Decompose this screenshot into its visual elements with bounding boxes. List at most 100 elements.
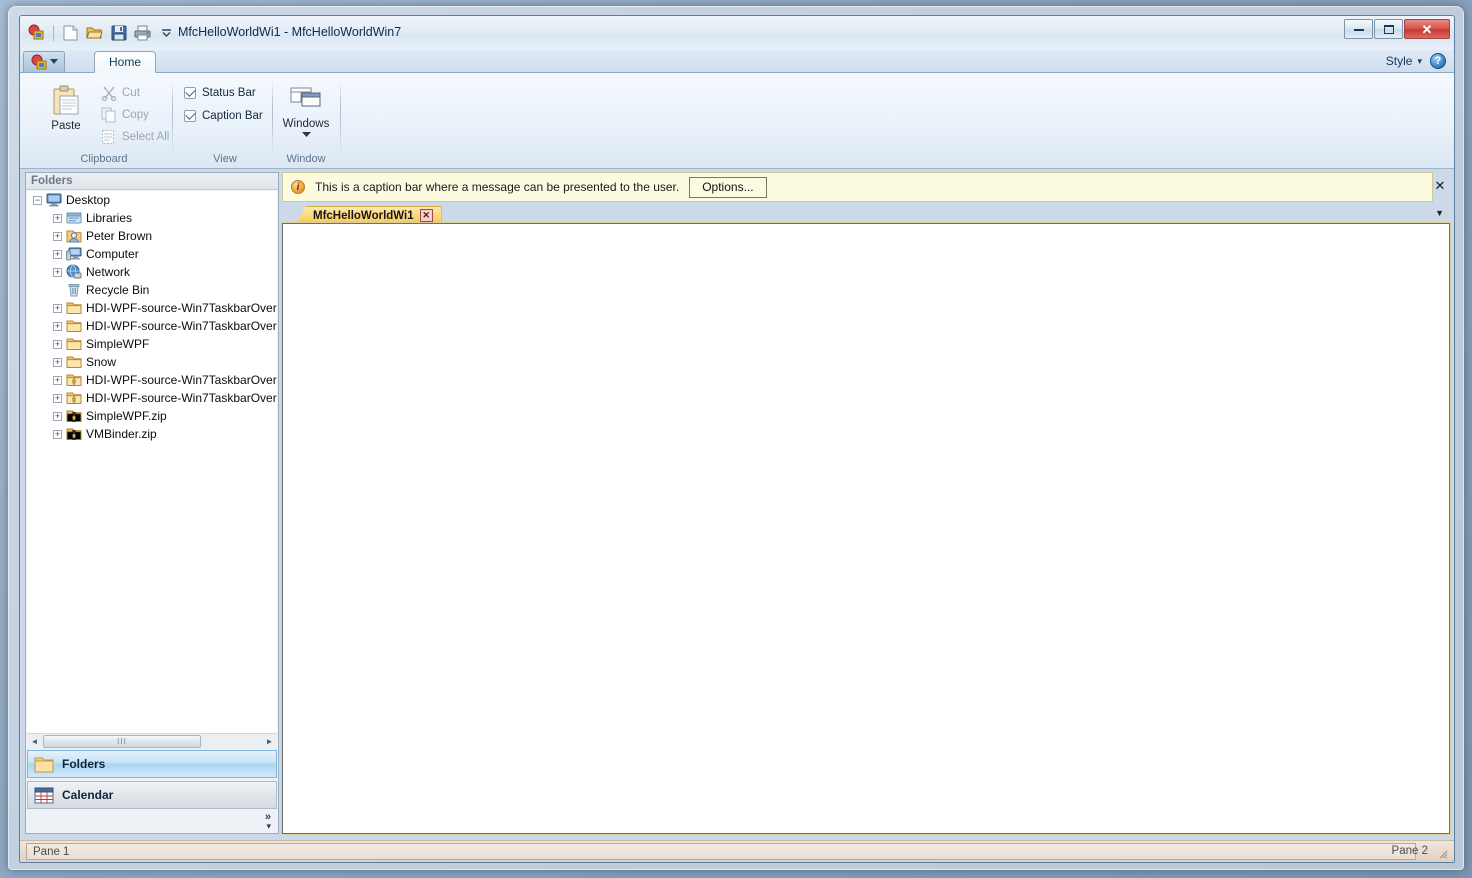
select-all-label: Select All: [122, 130, 170, 143]
minimize-button[interactable]: [1344, 19, 1373, 39]
caption-bar-message: This is a caption bar where a message ca…: [315, 180, 680, 194]
folder-icon: [66, 318, 82, 334]
expand-icon[interactable]: +: [53, 393, 62, 403]
window-controls: ✕: [1344, 19, 1450, 39]
expand-icon[interactable]: +: [53, 249, 62, 259]
scroll-right-arrow[interactable]: ►: [262, 735, 277, 749]
tree-item[interactable]: + Network: [27, 263, 277, 281]
title-bar: MfcHelloWorldWi1 - MfcHelloWorldWin7 ✕: [20, 16, 1454, 50]
folder-icon: [66, 336, 82, 352]
folder-tree[interactable]: − Desktop + Libraries + Peter Brown + Computer +…: [27, 191, 277, 733]
expand-icon[interactable]: +: [53, 375, 62, 385]
maximize-button[interactable]: [1374, 19, 1403, 39]
tree-item-label: Desktop: [66, 193, 111, 207]
document-canvas[interactable]: [282, 223, 1450, 834]
group-separator: [272, 79, 273, 159]
folder-icon: [66, 300, 82, 316]
dock-more-button[interactable]: » ▾: [27, 811, 277, 833]
status-bar-checkbox[interactable]: Status Bar: [184, 82, 256, 104]
paste-icon: [53, 85, 79, 115]
tree-item-label: Recycle Bin: [86, 283, 150, 297]
expand-icon[interactable]: +: [53, 411, 62, 421]
ribbon-tab-strip: Home Style ▾ ?: [20, 50, 1454, 73]
windows-label: Windows: [282, 118, 330, 130]
select-all-button[interactable]: Select All: [98, 126, 179, 147]
expand-icon[interactable]: +: [53, 213, 62, 223]
tree-item-label: HDI-WPF-source-Win7TaskbarOver: [86, 373, 277, 387]
app-logo-icon[interactable]: [26, 22, 47, 43]
checkbox-checked-icon: [184, 110, 196, 122]
resize-gripper-icon[interactable]: [1436, 847, 1448, 859]
tree-item[interactable]: + SimpleWPF: [27, 335, 277, 353]
caption-bar-checkbox-label: Caption Bar: [202, 110, 263, 122]
copy-icon: [101, 107, 116, 122]
application-menu-button[interactable]: [23, 51, 65, 72]
scissors-icon: [101, 86, 117, 101]
user-icon: [66, 228, 82, 244]
paste-button[interactable]: Paste: [38, 79, 94, 132]
chevron-down-icon: [301, 132, 311, 137]
document-tab-close-icon[interactable]: ✕: [419, 209, 433, 222]
close-button[interactable]: ✕: [1404, 19, 1450, 39]
tree-item[interactable]: Recycle Bin: [27, 281, 277, 299]
tab-home[interactable]: Home: [94, 51, 157, 73]
checkbox-checked-icon: [184, 87, 196, 99]
tab-list-dropdown-icon[interactable]: ▼: [1435, 208, 1444, 218]
collapse-icon[interactable]: −: [33, 195, 42, 205]
paste-label: Paste: [51, 120, 81, 132]
window-title: MfcHelloWorldWi1 - MfcHelloWorldWin7: [178, 25, 402, 39]
expand-icon[interactable]: +: [53, 303, 62, 313]
dock-button-calendar[interactable]: Calendar: [27, 781, 277, 809]
dock-button-folders-label: Folders: [62, 757, 106, 771]
tree-item[interactable]: + VMBinder.zip: [27, 425, 277, 443]
scrollbar-track[interactable]: [201, 734, 262, 750]
style-menu-button[interactable]: Style ▾: [1386, 54, 1422, 68]
tree-item[interactable]: + Snow: [27, 353, 277, 371]
tree-horizontal-scrollbar[interactable]: ◄ III ►: [27, 733, 277, 749]
network-icon: [66, 264, 82, 280]
document-tab-label: MfcHelloWorldWi1: [313, 209, 414, 222]
tree-item[interactable]: + SimpleWPF.zip: [27, 407, 277, 425]
tree-item[interactable]: + Computer: [27, 245, 277, 263]
tree-item[interactable]: + HDI-WPF-source-Win7TaskbarOver: [27, 371, 277, 389]
tree-item[interactable]: + Libraries: [27, 209, 277, 227]
expand-icon[interactable]: +: [53, 429, 62, 439]
scrollbar-thumb[interactable]: III: [43, 735, 201, 748]
status-pane-1: Pane 1: [26, 843, 1416, 860]
tree-item[interactable]: + HDI-WPF-source-Win7TaskbarOver: [27, 317, 277, 335]
style-menu-label: Style: [1385, 54, 1413, 68]
windows-button[interactable]: Windows: [278, 79, 334, 137]
cut-button[interactable]: Cut: [98, 82, 179, 103]
expand-icon[interactable]: +: [53, 357, 62, 367]
copy-button[interactable]: Copy: [98, 104, 179, 125]
dock-button-folders[interactable]: Folders: [27, 750, 277, 778]
scroll-left-arrow[interactable]: ◄: [27, 735, 42, 749]
folder-icon: [34, 757, 54, 772]
caption-bar-close-button[interactable]: ✕: [1432, 178, 1448, 194]
tree-item[interactable]: + HDI-WPF-source-Win7TaskbarOver: [27, 389, 277, 407]
options-button[interactable]: Options...: [689, 176, 767, 198]
new-icon[interactable]: [60, 22, 81, 43]
tree-item[interactable]: + Peter Brown: [27, 227, 277, 245]
tab-home-label: Home: [109, 55, 142, 69]
zip-folder-icon: [66, 390, 82, 406]
caption-bar-checkbox[interactable]: Caption Bar: [184, 105, 263, 127]
chevron-down-icon: [49, 59, 58, 64]
expand-icon[interactable]: +: [53, 339, 62, 349]
open-icon[interactable]: [84, 22, 105, 43]
zip-icon: [66, 408, 82, 424]
recycle-bin-icon: [66, 282, 82, 298]
tree-item[interactable]: + HDI-WPF-source-Win7TaskbarOver: [27, 299, 277, 317]
ribbon-group-window: Windows Window: [276, 73, 336, 168]
customize-chevron-icon[interactable]: [156, 22, 177, 43]
print-icon[interactable]: [132, 22, 153, 43]
tree-item-label: SimpleWPF.zip: [86, 409, 167, 423]
tree-item[interactable]: − Desktop: [27, 191, 277, 209]
expand-icon[interactable]: +: [53, 267, 62, 277]
qat-separator: [53, 24, 54, 41]
expand-icon[interactable]: +: [53, 231, 62, 241]
expand-icon[interactable]: +: [53, 321, 62, 331]
save-icon[interactable]: [108, 22, 129, 43]
calendar-icon: [34, 787, 54, 803]
help-icon[interactable]: ?: [1430, 53, 1446, 69]
